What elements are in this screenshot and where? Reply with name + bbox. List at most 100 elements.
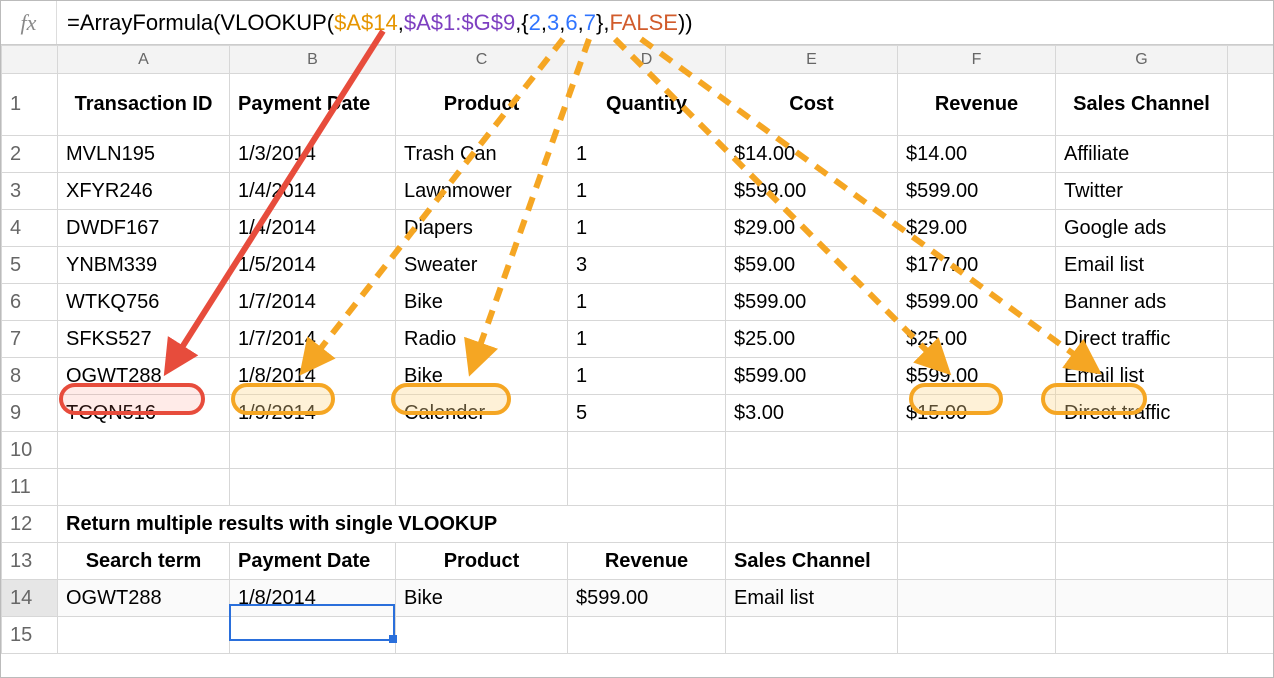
cell-G5[interactable]: Email list [1056, 247, 1228, 284]
header-quantity[interactable]: Quantity [568, 74, 726, 136]
cell-C7[interactable]: Radio [396, 321, 568, 358]
row-header-5[interactable]: 5 [2, 247, 58, 284]
col-header-G[interactable]: G [1056, 46, 1228, 74]
cell-B4[interactable]: 1/4/2014 [230, 210, 396, 247]
col-header-C[interactable]: C [396, 46, 568, 74]
cell-G8[interactable]: Email list [1056, 358, 1228, 395]
select-all-corner[interactable] [2, 46, 58, 74]
cell-E3[interactable]: $599.00 [726, 173, 898, 210]
table-row[interactable]: 4 DWDF167 1/4/2014 Diapers 1 $29.00 $29.… [2, 210, 1274, 247]
cell-C3[interactable]: Lawnmower [396, 173, 568, 210]
cell-C2[interactable]: Trash Can [396, 136, 568, 173]
cell-B7[interactable]: 1/7/2014 [230, 321, 396, 358]
cell-A5[interactable]: YNBM339 [58, 247, 230, 284]
row-header-7[interactable]: 7 [2, 321, 58, 358]
cell-B3[interactable]: 1/4/2014 [230, 173, 396, 210]
col-header-D[interactable]: D [568, 46, 726, 74]
cell-E8[interactable]: $599.00 [726, 358, 898, 395]
cell-A2[interactable]: MVLN195 [58, 136, 230, 173]
row-header-14[interactable]: 14 [2, 580, 58, 617]
cell-D7[interactable]: 1 [568, 321, 726, 358]
cell-E7[interactable]: $25.00 [726, 321, 898, 358]
cell-E6[interactable]: $599.00 [726, 284, 898, 321]
table-row[interactable]: 13 Search term Payment Date Product Reve… [2, 543, 1274, 580]
cell-C5[interactable]: Sweater [396, 247, 568, 284]
table-row[interactable]: 2 MVLN195 1/3/2014 Trash Can 1 $14.00 $1… [2, 136, 1274, 173]
cell-G2[interactable]: Affiliate [1056, 136, 1228, 173]
cell-D2[interactable]: 1 [568, 136, 726, 173]
cell-B9[interactable]: 1/9/2014 [230, 395, 396, 432]
row-header-13[interactable]: 13 [2, 543, 58, 580]
cell-A4[interactable]: DWDF167 [58, 210, 230, 247]
col-header-E[interactable]: E [726, 46, 898, 74]
cell-A7[interactable]: SFKS527 [58, 321, 230, 358]
column-headers[interactable]: A B C D E F G [2, 46, 1274, 74]
cell-B14[interactable]: 1/8/2014 [230, 580, 396, 617]
cell-G9[interactable]: Direct traffic [1056, 395, 1228, 432]
row-header-11[interactable]: 11 [2, 469, 58, 506]
table-row[interactable]: 7 SFKS527 1/7/2014 Radio 1 $25.00 $25.00… [2, 321, 1274, 358]
row-header-4[interactable]: 4 [2, 210, 58, 247]
spreadsheet-grid[interactable]: A B C D E F G 1 Transaction ID Payment D… [1, 45, 1273, 654]
cell-F2[interactable]: $14.00 [898, 136, 1056, 173]
header-revenue[interactable]: Revenue [898, 74, 1056, 136]
cell-A14[interactable]: OGWT288 [58, 580, 230, 617]
header-sales-channel[interactable]: Sales Channel [1056, 74, 1228, 136]
search-header-product[interactable]: Product [396, 543, 568, 580]
col-header-B[interactable]: B [230, 46, 396, 74]
search-header-sales-channel[interactable]: Sales Channel [726, 543, 898, 580]
table-row[interactable]: 11 [2, 469, 1274, 506]
cell-D3[interactable]: 1 [568, 173, 726, 210]
cell-G7[interactable]: Direct traffic [1056, 321, 1228, 358]
row-header-15[interactable]: 15 [2, 617, 58, 654]
cell-B5[interactable]: 1/5/2014 [230, 247, 396, 284]
row-header-2[interactable]: 2 [2, 136, 58, 173]
col-header-A[interactable]: A [58, 46, 230, 74]
cell-B6[interactable]: 1/7/2014 [230, 284, 396, 321]
table-row[interactable]: 8 OGWT288 1/8/2014 Bike 1 $599.00 $599.0… [2, 358, 1274, 395]
cell-B2[interactable]: 1/3/2014 [230, 136, 396, 173]
cell-F7[interactable]: $25.00 [898, 321, 1056, 358]
cell-D4[interactable]: 1 [568, 210, 726, 247]
search-header-revenue[interactable]: Revenue [568, 543, 726, 580]
table-row[interactable]: 12 Return multiple results with single V… [2, 506, 1274, 543]
cell-F5[interactable]: $177.00 [898, 247, 1056, 284]
cell-D6[interactable]: 1 [568, 284, 726, 321]
cell-E14[interactable]: Email list [726, 580, 898, 617]
cell-G4[interactable]: Google ads [1056, 210, 1228, 247]
row-header-10[interactable]: 10 [2, 432, 58, 469]
table-row[interactable]: 15 [2, 617, 1274, 654]
cell-C14[interactable]: Bike [396, 580, 568, 617]
cell-A9[interactable]: TCQN516 [58, 395, 230, 432]
search-header-payment-date[interactable]: Payment Date [230, 543, 396, 580]
cell-A6[interactable]: WTKQ756 [58, 284, 230, 321]
cell-F6[interactable]: $599.00 [898, 284, 1056, 321]
cell-G3[interactable]: Twitter [1056, 173, 1228, 210]
search-header-term[interactable]: Search term [58, 543, 230, 580]
cell-E4[interactable]: $29.00 [726, 210, 898, 247]
cell-E9[interactable]: $3.00 [726, 395, 898, 432]
cell-E2[interactable]: $14.00 [726, 136, 898, 173]
table-row[interactable]: 6 WTKQ756 1/7/2014 Bike 1 $599.00 $599.0… [2, 284, 1274, 321]
cell-G6[interactable]: Banner ads [1056, 284, 1228, 321]
row-header-6[interactable]: 6 [2, 284, 58, 321]
table-row[interactable]: 9 TCQN516 1/9/2014 Calender 5 $3.00 $15.… [2, 395, 1274, 432]
table-row[interactable]: 10 [2, 432, 1274, 469]
cell-D5[interactable]: 3 [568, 247, 726, 284]
cell-C9[interactable]: Calender [396, 395, 568, 432]
header-payment-date[interactable]: Payment Date [230, 74, 396, 136]
row-header-9[interactable]: 9 [2, 395, 58, 432]
cell-E5[interactable]: $59.00 [726, 247, 898, 284]
cell-A8[interactable]: OGWT288 [58, 358, 230, 395]
cell-C8[interactable]: Bike [396, 358, 568, 395]
cell-D14[interactable]: $599.00 [568, 580, 726, 617]
row-header-12[interactable]: 12 [2, 506, 58, 543]
section-title[interactable]: Return multiple results with single VLOO… [58, 506, 726, 543]
header-product[interactable]: Product [396, 74, 568, 136]
cell-D9[interactable]: 5 [568, 395, 726, 432]
row-header-8[interactable]: 8 [2, 358, 58, 395]
cell-C4[interactable]: Diapers [396, 210, 568, 247]
cell-F9[interactable]: $15.00 [898, 395, 1056, 432]
cell-D8[interactable]: 1 [568, 358, 726, 395]
formula-input[interactable]: =ArrayFormula(VLOOKUP($A$14,$A$1:$G$9,{2… [57, 10, 1273, 36]
